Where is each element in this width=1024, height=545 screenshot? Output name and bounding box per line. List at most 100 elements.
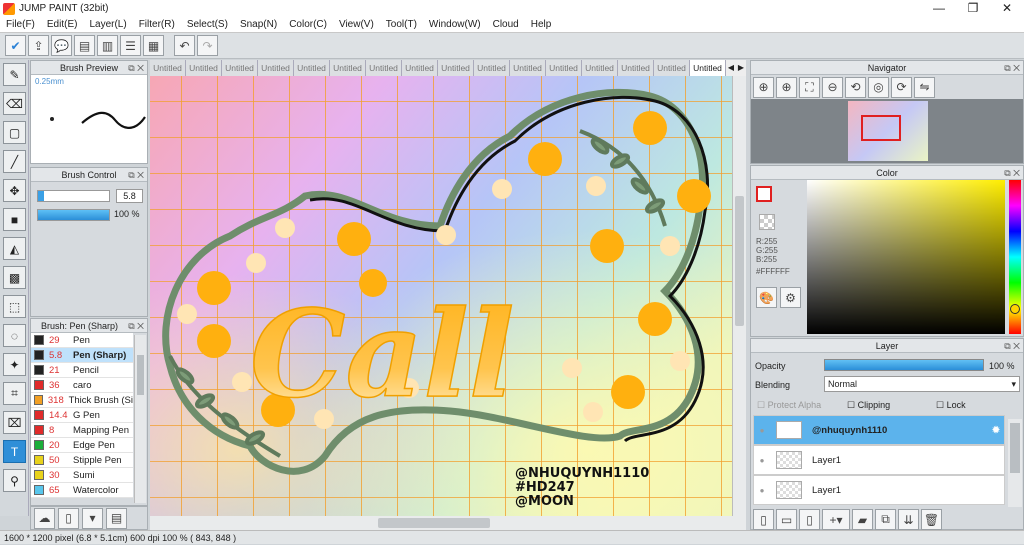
- menu-file[interactable]: File(F): [0, 19, 41, 30]
- grid-icon[interactable]: ▦: [143, 35, 164, 56]
- saturation-value-picker[interactable]: [807, 180, 1005, 334]
- canvas-area[interactable]: Call @NHUQUYNH1110 #HD247 @MOON: [150, 76, 732, 516]
- brush-item[interactable]: 50 Stipple Pen: [31, 453, 133, 468]
- line-tool-icon[interactable]: ╱: [3, 150, 26, 173]
- gear-icon[interactable]: ✹: [992, 425, 1000, 436]
- brush-settings-icon[interactable]: ▤: [106, 507, 127, 529]
- color-settings-icon[interactable]: ⚙: [780, 287, 801, 308]
- check-icon[interactable]: ✔: [5, 35, 26, 56]
- layer-row[interactable]: ● Layer1: [753, 445, 1005, 475]
- tab-untitled[interactable]: Untitled: [366, 60, 402, 76]
- brush-item[interactable]: 318 Thick Brush (Si: [31, 393, 133, 408]
- visibility-icon[interactable]: ●: [754, 456, 770, 465]
- brush-item[interactable]: 30 Sumi: [31, 468, 133, 483]
- protect-alpha-checkbox[interactable]: ☐ Protect Alpha: [757, 400, 821, 411]
- menu-tool[interactable]: Tool(T): [380, 19, 423, 30]
- new-layer-icon[interactable]: ▯: [753, 509, 774, 530]
- panel-float-close-icon[interactable]: ⧉ ✕: [1004, 339, 1020, 353]
- rotate-reset-icon[interactable]: ◎: [868, 76, 889, 98]
- eraser-tool-icon[interactable]: ⌫: [3, 92, 26, 115]
- rotate-right-icon[interactable]: ⟳: [891, 76, 912, 98]
- brush-item[interactable]: 21 Pencil: [31, 363, 133, 378]
- panel-float-close-icon[interactable]: ⧉ ✕: [1004, 166, 1020, 180]
- blending-select[interactable]: Normal ▾: [824, 376, 1020, 392]
- menu-select[interactable]: Select(S): [181, 19, 234, 30]
- lasso-tool-icon[interactable]: ◌: [3, 324, 26, 347]
- eyedropper-tool-icon[interactable]: ⚲: [3, 469, 26, 492]
- duplicate-layer-icon[interactable]: ⧉: [875, 509, 896, 530]
- menu-cloud[interactable]: Cloud: [487, 19, 525, 30]
- add-layer-menu-icon[interactable]: +▾: [822, 509, 850, 530]
- folder-icon[interactable]: ▰: [852, 509, 873, 530]
- fill-rect-tool-icon[interactable]: ■: [3, 208, 26, 231]
- transparent-color-swatch[interactable]: [759, 214, 775, 230]
- brush-size-slider[interactable]: [37, 190, 110, 202]
- lock-checkbox[interactable]: ☐ Lock: [936, 400, 966, 411]
- visibility-icon[interactable]: ●: [754, 486, 770, 495]
- merge-layer-icon[interactable]: ⇊: [898, 509, 919, 530]
- menu-view[interactable]: View(V): [333, 19, 380, 30]
- close-button[interactable]: ✕: [990, 0, 1024, 17]
- rotate-left-icon[interactable]: ⟲: [845, 76, 866, 98]
- select-pen-tool-icon[interactable]: ⌗: [3, 382, 26, 405]
- fit-window-icon[interactable]: ⛶: [799, 76, 820, 98]
- tab-untitled[interactable]: Untitled: [654, 60, 690, 76]
- bucket-tool-icon[interactable]: ◭: [3, 237, 26, 260]
- tab-scroll-right-icon[interactable]: ▶: [736, 60, 746, 76]
- tab-untitled[interactable]: Untitled: [186, 60, 222, 76]
- brush-opacity-slider[interactable]: [37, 209, 110, 221]
- select-rect-tool-icon[interactable]: ⬚: [3, 295, 26, 318]
- brush-item[interactable]: 29 Pen: [31, 333, 133, 348]
- panel-float-close-icon[interactable]: ⧉ ✕: [1004, 61, 1020, 75]
- message-icon[interactable]: ▤: [74, 35, 95, 56]
- artwork-canvas[interactable]: Call @NHUQUYNH1110 #HD247 @MOON: [150, 76, 732, 516]
- palette-icon[interactable]: 🎨: [756, 287, 777, 308]
- magic-wand-tool-icon[interactable]: ✦: [3, 353, 26, 376]
- panel-float-close-icon[interactable]: ⧉ ✕: [128, 168, 144, 182]
- canvas-horizontal-scrollbar[interactable]: [150, 516, 746, 530]
- brush-item[interactable]: 65 Watercolor: [31, 483, 133, 498]
- layer-row[interactable]: ● Layer1: [753, 475, 1005, 505]
- zoom-in-icon[interactable]: ⊕: [776, 76, 797, 98]
- redo-icon[interactable]: ↷: [197, 35, 218, 56]
- navigator-view[interactable]: [751, 99, 1023, 163]
- brush-item[interactable]: 14.4 G Pen: [31, 408, 133, 423]
- tab-untitled[interactable]: Untitled: [258, 60, 294, 76]
- brush-item[interactable]: 20 Edge Pen: [31, 438, 133, 453]
- new-8bit-layer-icon[interactable]: ▯: [799, 509, 820, 530]
- menu-color[interactable]: Color(C): [283, 19, 333, 30]
- select-eraser-tool-icon[interactable]: ⌧: [3, 411, 26, 434]
- brush-item[interactable]: 5.8 Pen (Sharp): [31, 348, 133, 363]
- tab-untitled[interactable]: Untitled: [150, 60, 186, 76]
- hue-slider[interactable]: [1009, 180, 1021, 334]
- brush-list-scrollbar[interactable]: [134, 335, 146, 503]
- new-raster-layer-icon[interactable]: ▭: [776, 509, 797, 530]
- menu-window[interactable]: Window(W): [423, 19, 487, 30]
- gradient-tool-icon[interactable]: ▩: [3, 266, 26, 289]
- brush-item[interactable]: 36 caro: [31, 378, 133, 393]
- brush-size-input[interactable]: 5.8: [116, 189, 143, 203]
- rectangle-tool-icon[interactable]: ▢: [3, 121, 26, 144]
- menu-edit[interactable]: Edit(E): [41, 19, 84, 30]
- comment-icon[interactable]: 💬: [51, 35, 72, 56]
- layer-list-scrollbar[interactable]: [1008, 419, 1022, 507]
- tab-untitled[interactable]: Untitled: [474, 60, 510, 76]
- document-icon[interactable]: ▥: [97, 35, 118, 56]
- panel-float-close-icon[interactable]: ⧉ ✕: [128, 319, 144, 333]
- text-tool-icon[interactable]: T: [3, 440, 26, 463]
- flip-icon[interactable]: ⇋: [914, 76, 935, 98]
- tab-untitled[interactable]: Untitled: [618, 60, 654, 76]
- share-icon[interactable]: ⇪: [28, 35, 49, 56]
- navigator-viewport-frame[interactable]: [861, 115, 901, 141]
- menu-help[interactable]: Help: [525, 19, 558, 30]
- layer-opacity-slider[interactable]: [824, 359, 984, 371]
- tab-untitled[interactable]: Untitled: [330, 60, 366, 76]
- tab-untitled[interactable]: Untitled: [402, 60, 438, 76]
- tab-untitled[interactable]: Untitled: [438, 60, 474, 76]
- brush-menu-icon[interactable]: ▾: [82, 507, 103, 529]
- tab-untitled[interactable]: Untitled: [510, 60, 546, 76]
- tab-untitled[interactable]: Untitled: [222, 60, 258, 76]
- canvas-vertical-scrollbar[interactable]: [732, 76, 746, 516]
- menu-layer[interactable]: Layer(L): [83, 19, 132, 30]
- brush-cloud-icon[interactable]: ☁: [34, 507, 55, 529]
